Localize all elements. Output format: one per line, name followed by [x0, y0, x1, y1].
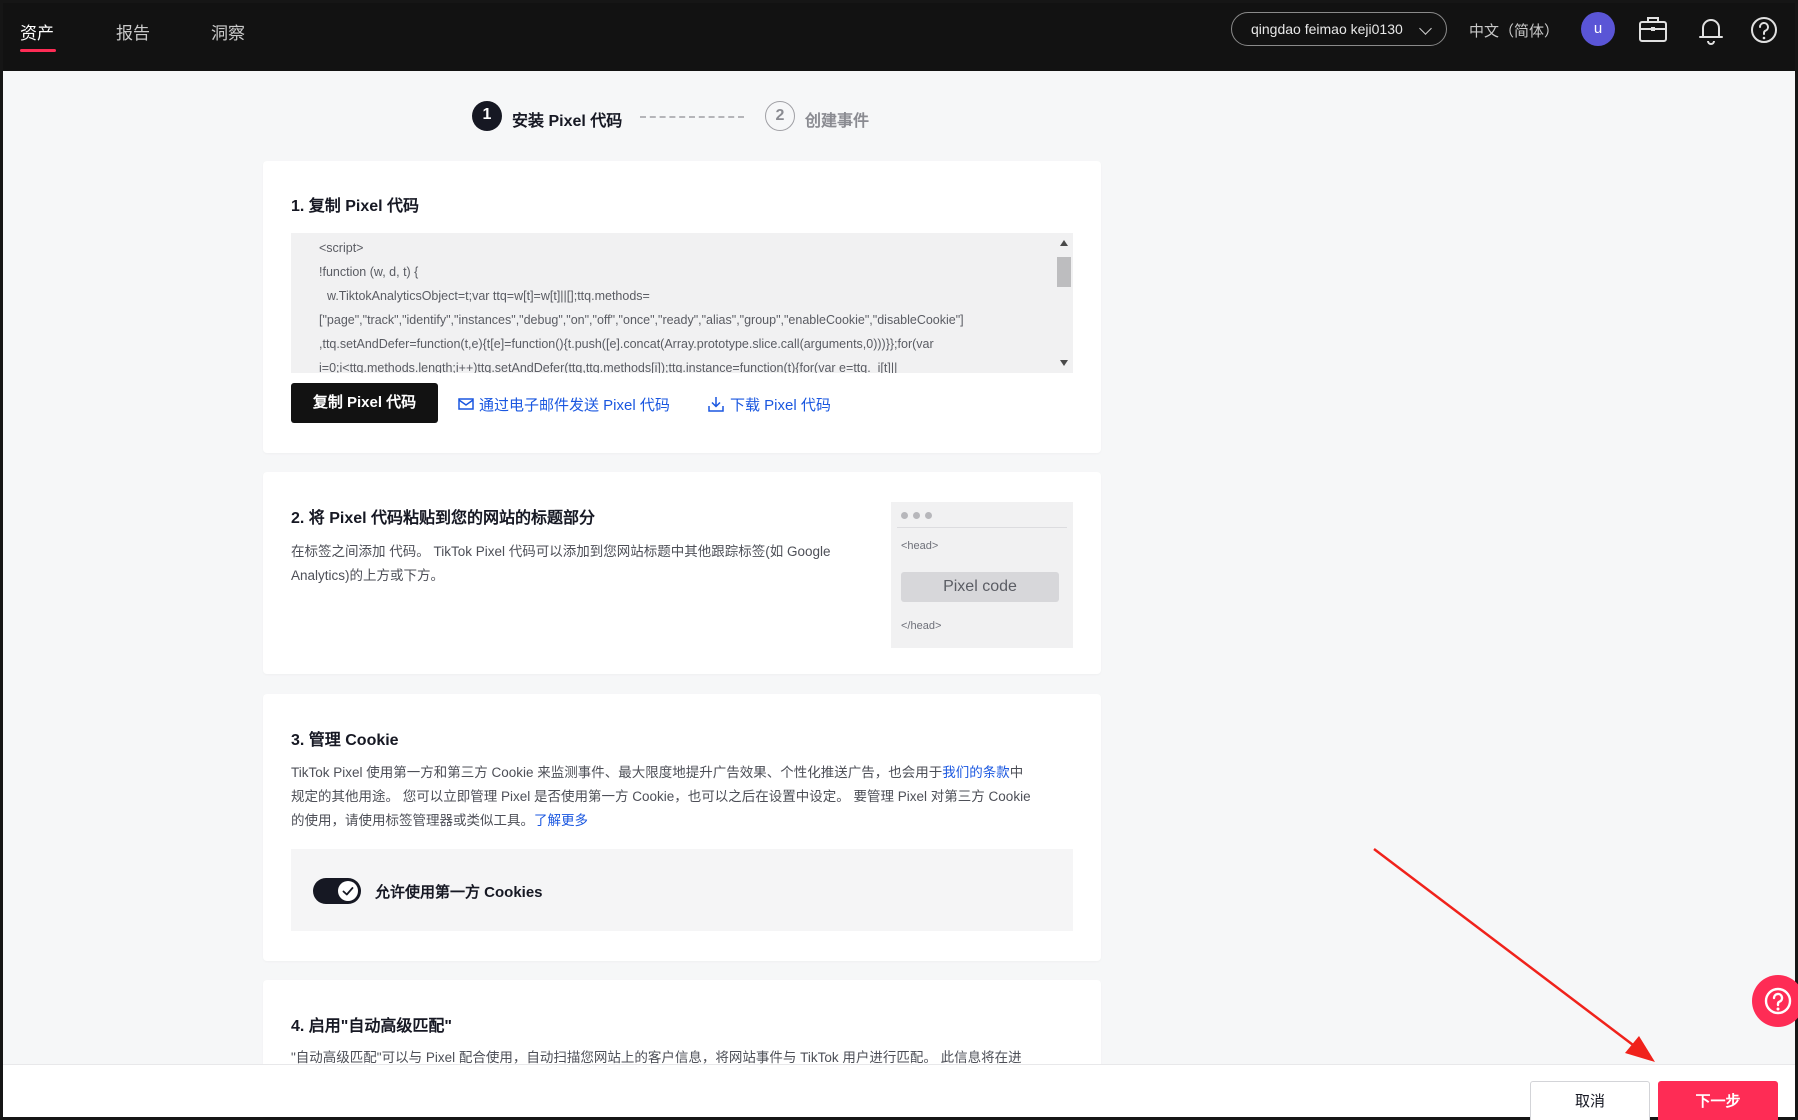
next-step-button[interactable]: 下一步: [1658, 1081, 1778, 1120]
footer-bar: 取消 下一步: [3, 1064, 1795, 1120]
window-dot: [901, 512, 908, 519]
window-dot: [925, 512, 932, 519]
account-selector[interactable]: qingdao feimao keji0130: [1231, 12, 1447, 46]
nav-tab-insights[interactable]: 洞察: [211, 19, 245, 44]
head-close-tag: </head>: [901, 620, 942, 632]
scroll-down-arrow-icon[interactable]: [1060, 360, 1068, 366]
section-title-manage-cookie: 3. 管理 Cookie: [291, 732, 399, 749]
code-line: !function (w, d, t) {: [319, 265, 419, 279]
mail-icon[interactable]: [457, 395, 475, 413]
download-pixel-code-link[interactable]: 下载 Pixel 代码: [730, 394, 831, 415]
code-line: i=0;i<ttq.methods.length;i++)ttq.setAndD…: [319, 361, 898, 373]
download-icon[interactable]: [707, 395, 725, 413]
terms-link[interactable]: 我们的条款: [942, 765, 1010, 780]
learn-more-link[interactable]: 了解更多: [534, 813, 588, 828]
cookie-text-line-2: 规定的其他用途。 您可以立即管理 Pixel 是否使用第一方 Cookie，也可…: [291, 789, 1031, 804]
help-icon: [1764, 987, 1792, 1015]
manage-cookie-card: 3. 管理 Cookie TikTok Pixel 使用第一方和第三方 Cook…: [263, 694, 1101, 961]
paste-header-card: 2. 将 Pixel 代码粘贴到您的网站的标题部分 在标签之间添加 代码。 Ti…: [263, 472, 1101, 674]
code-line: ["page","track","identify","instances","…: [319, 313, 964, 327]
code-scrollbar[interactable]: [1055, 233, 1073, 373]
toggle-knob: [338, 881, 358, 901]
section-title-copy-code: 1. 复制 Pixel 代码: [291, 198, 420, 215]
scrollbar-thumb[interactable]: [1057, 257, 1071, 287]
email-pixel-code-link[interactable]: 通过电子邮件发送 Pixel 代码: [479, 394, 670, 415]
cookie-text-line-3: 的使用，请使用标签管理器或类似工具。了解更多: [291, 809, 588, 833]
avatar[interactable]: u: [1581, 12, 1615, 46]
step-2-badge: 2: [765, 101, 795, 131]
nav-active-indicator: [20, 49, 56, 52]
bell-icon[interactable]: [1695, 14, 1727, 46]
head-open-tag: <head>: [901, 540, 939, 552]
cookie-text: 中: [1009, 765, 1024, 780]
help-icon[interactable]: [1748, 14, 1780, 46]
cookie-text: 的使用，请使用标签管理器或类似工具。: [291, 813, 534, 828]
scroll-up-arrow-icon[interactable]: [1060, 240, 1068, 246]
pixel-code-box[interactable]: <script> !function (w, d, t) { w.TiktokA…: [291, 233, 1073, 373]
head-tag-preview: <head> Pixel code </head>: [891, 502, 1073, 648]
copy-pixel-code-button[interactable]: 复制 Pixel 代码: [291, 383, 438, 423]
floating-help-button[interactable]: [1752, 975, 1798, 1027]
check-icon: [342, 887, 354, 896]
code-line: w.TiktokAnalyticsObject=t;var ttq=w[t]=w…: [327, 289, 650, 303]
language-selector[interactable]: 中文（简体）: [1469, 20, 1559, 41]
briefcase-icon[interactable]: [1637, 14, 1669, 46]
section-title-paste-code: 2. 将 Pixel 代码粘贴到您的网站的标题部分: [291, 510, 596, 527]
copy-pixel-code-card: 1. 复制 Pixel 代码 <script> !function (w, d,…: [263, 161, 1101, 453]
step-connector: [640, 116, 744, 118]
first-party-cookie-toggle[interactable]: [313, 878, 361, 904]
code-line: <script>: [319, 241, 364, 255]
nav-tab-assets[interactable]: 资产: [20, 19, 54, 44]
paste-instructions-line-1: 在标签之间添加 代码。 TikTok Pixel 代码可以添加到您网站标题中其他…: [291, 544, 831, 559]
top-navbar: 资产 报告 洞察 qingdao feimao keji0130 中文（简体） …: [3, 3, 1795, 71]
step-1-badge: 1: [472, 101, 502, 131]
cookie-toggle-row: 允许使用第一方 Cookies: [291, 849, 1073, 931]
cookie-text-line-1: TikTok Pixel 使用第一方和第三方 Cookie 来监测事件、最大限度…: [291, 761, 1023, 785]
account-name: qingdao feimao keji0130: [1251, 21, 1403, 37]
chevron-down-icon: [1419, 22, 1432, 35]
paste-instructions-line-2: Analytics)的上方或下方。: [291, 568, 445, 583]
divider: [897, 527, 1067, 528]
section-title-advanced-matching: 4. 启用"自动高级匹配": [291, 1018, 452, 1035]
nav-tab-reports[interactable]: 报告: [116, 19, 150, 44]
cancel-button[interactable]: 取消: [1530, 1081, 1650, 1120]
step-2-label: 创建事件: [805, 113, 870, 130]
cookie-text: TikTok Pixel 使用第一方和第三方 Cookie 来监测事件、最大限度…: [291, 765, 943, 780]
pixel-code-chip: Pixel code: [901, 572, 1059, 602]
code-line: ,ttq.setAndDefer=function(t,e){t[e]=func…: [319, 337, 934, 351]
step-1-label: 安装 Pixel 代码: [512, 113, 623, 130]
toggle-label: 允许使用第一方 Cookies: [375, 884, 543, 901]
window-dot: [913, 512, 920, 519]
